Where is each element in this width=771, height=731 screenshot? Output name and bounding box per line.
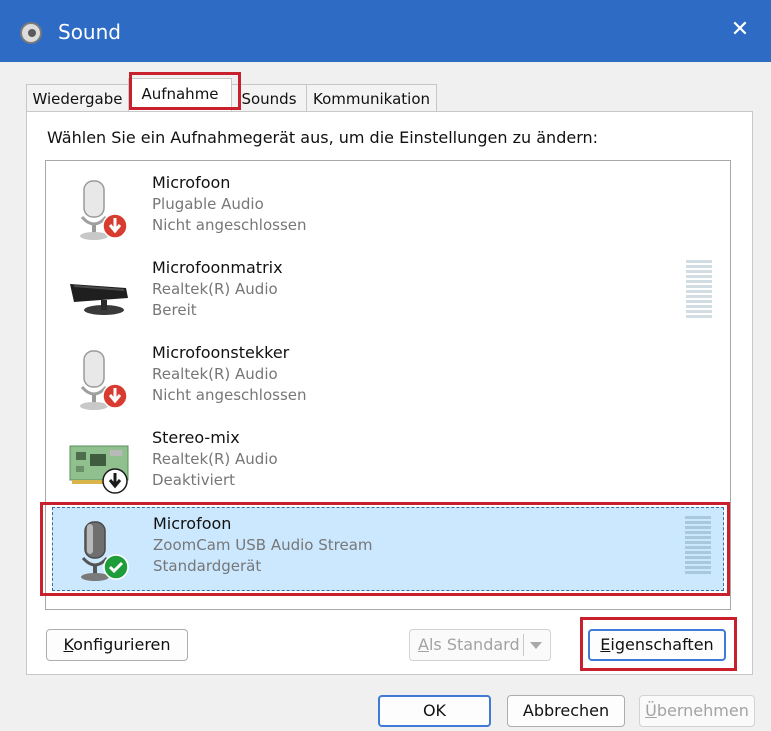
set-default-label: ls Standard — [428, 635, 520, 654]
device-name: Microfoon — [152, 173, 231, 192]
configure-button[interactable]: Konfigurieren — [46, 629, 188, 661]
device-driver: Realtek(R) Audio — [152, 365, 278, 383]
apply-label: bernehmen — [656, 701, 749, 720]
apply-accesskey: Ü — [645, 701, 657, 720]
configure-label: onfigurieren — [73, 635, 171, 654]
level-meter — [686, 260, 712, 318]
speaker-icon — [20, 22, 42, 44]
disabled-badge-icon — [102, 468, 128, 494]
apply-button[interactable]: Übernehmen — [639, 695, 755, 727]
sound-dialog: Sound ✕ Wiedergabe Aufnahme Sounds Kommu… — [0, 0, 771, 731]
tab-sounds[interactable]: Sounds — [231, 84, 307, 112]
set-default-accesskey: A — [418, 635, 429, 654]
microphone-array-icon — [70, 284, 128, 315]
chevron-down-icon[interactable] — [530, 642, 542, 649]
selected-device-highlight-box — [40, 502, 730, 596]
tab-highlight-box — [129, 72, 241, 110]
device-status: Bereit — [152, 301, 197, 319]
tab-wiedergabe[interactable]: Wiedergabe — [26, 84, 129, 112]
device-item[interactable]: Microfoonstekker Realtek(R) Audio Nicht … — [52, 337, 724, 421]
unplugged-badge-icon — [102, 383, 128, 409]
device-name: Stereo-mix — [152, 428, 240, 447]
device-item[interactable]: Stereo-mix Realtek(R) Audio Deaktiviert — [52, 422, 724, 506]
instruction-text: Wählen Sie ein Aufnahmegerät aus, um die… — [47, 128, 599, 147]
title-bar: Sound ✕ — [0, 0, 771, 62]
device-status: Nicht angeschlossen — [152, 386, 307, 404]
unplugged-badge-icon — [102, 213, 128, 239]
tab-kommunikation[interactable]: Kommunikation — [306, 84, 437, 112]
device-driver: Plugable Audio — [152, 195, 264, 213]
device-driver: Realtek(R) Audio — [152, 280, 278, 298]
device-item[interactable]: Microfoonmatrix Realtek(R) Audio Bereit — [52, 252, 724, 336]
cancel-button[interactable]: Abbrechen — [507, 695, 625, 727]
device-status: Deaktiviert — [152, 471, 236, 489]
window-title: Sound — [58, 20, 121, 44]
set-default-button[interactable]: Als Standard — [409, 629, 551, 661]
device-name: Microfoonstekker — [152, 343, 290, 362]
device-name: Microfoonmatrix — [152, 258, 283, 277]
properties-highlight-box — [580, 617, 737, 671]
device-item[interactable]: Microfoon Plugable Audio Nicht angeschlo… — [52, 167, 724, 251]
split-divider — [523, 634, 524, 656]
configure-accesskey: K — [63, 635, 74, 654]
device-driver: Realtek(R) Audio — [152, 450, 278, 468]
ok-button[interactable]: OK — [378, 695, 491, 727]
close-button[interactable]: ✕ — [725, 15, 755, 45]
device-status: Nicht angeschlossen — [152, 216, 307, 234]
